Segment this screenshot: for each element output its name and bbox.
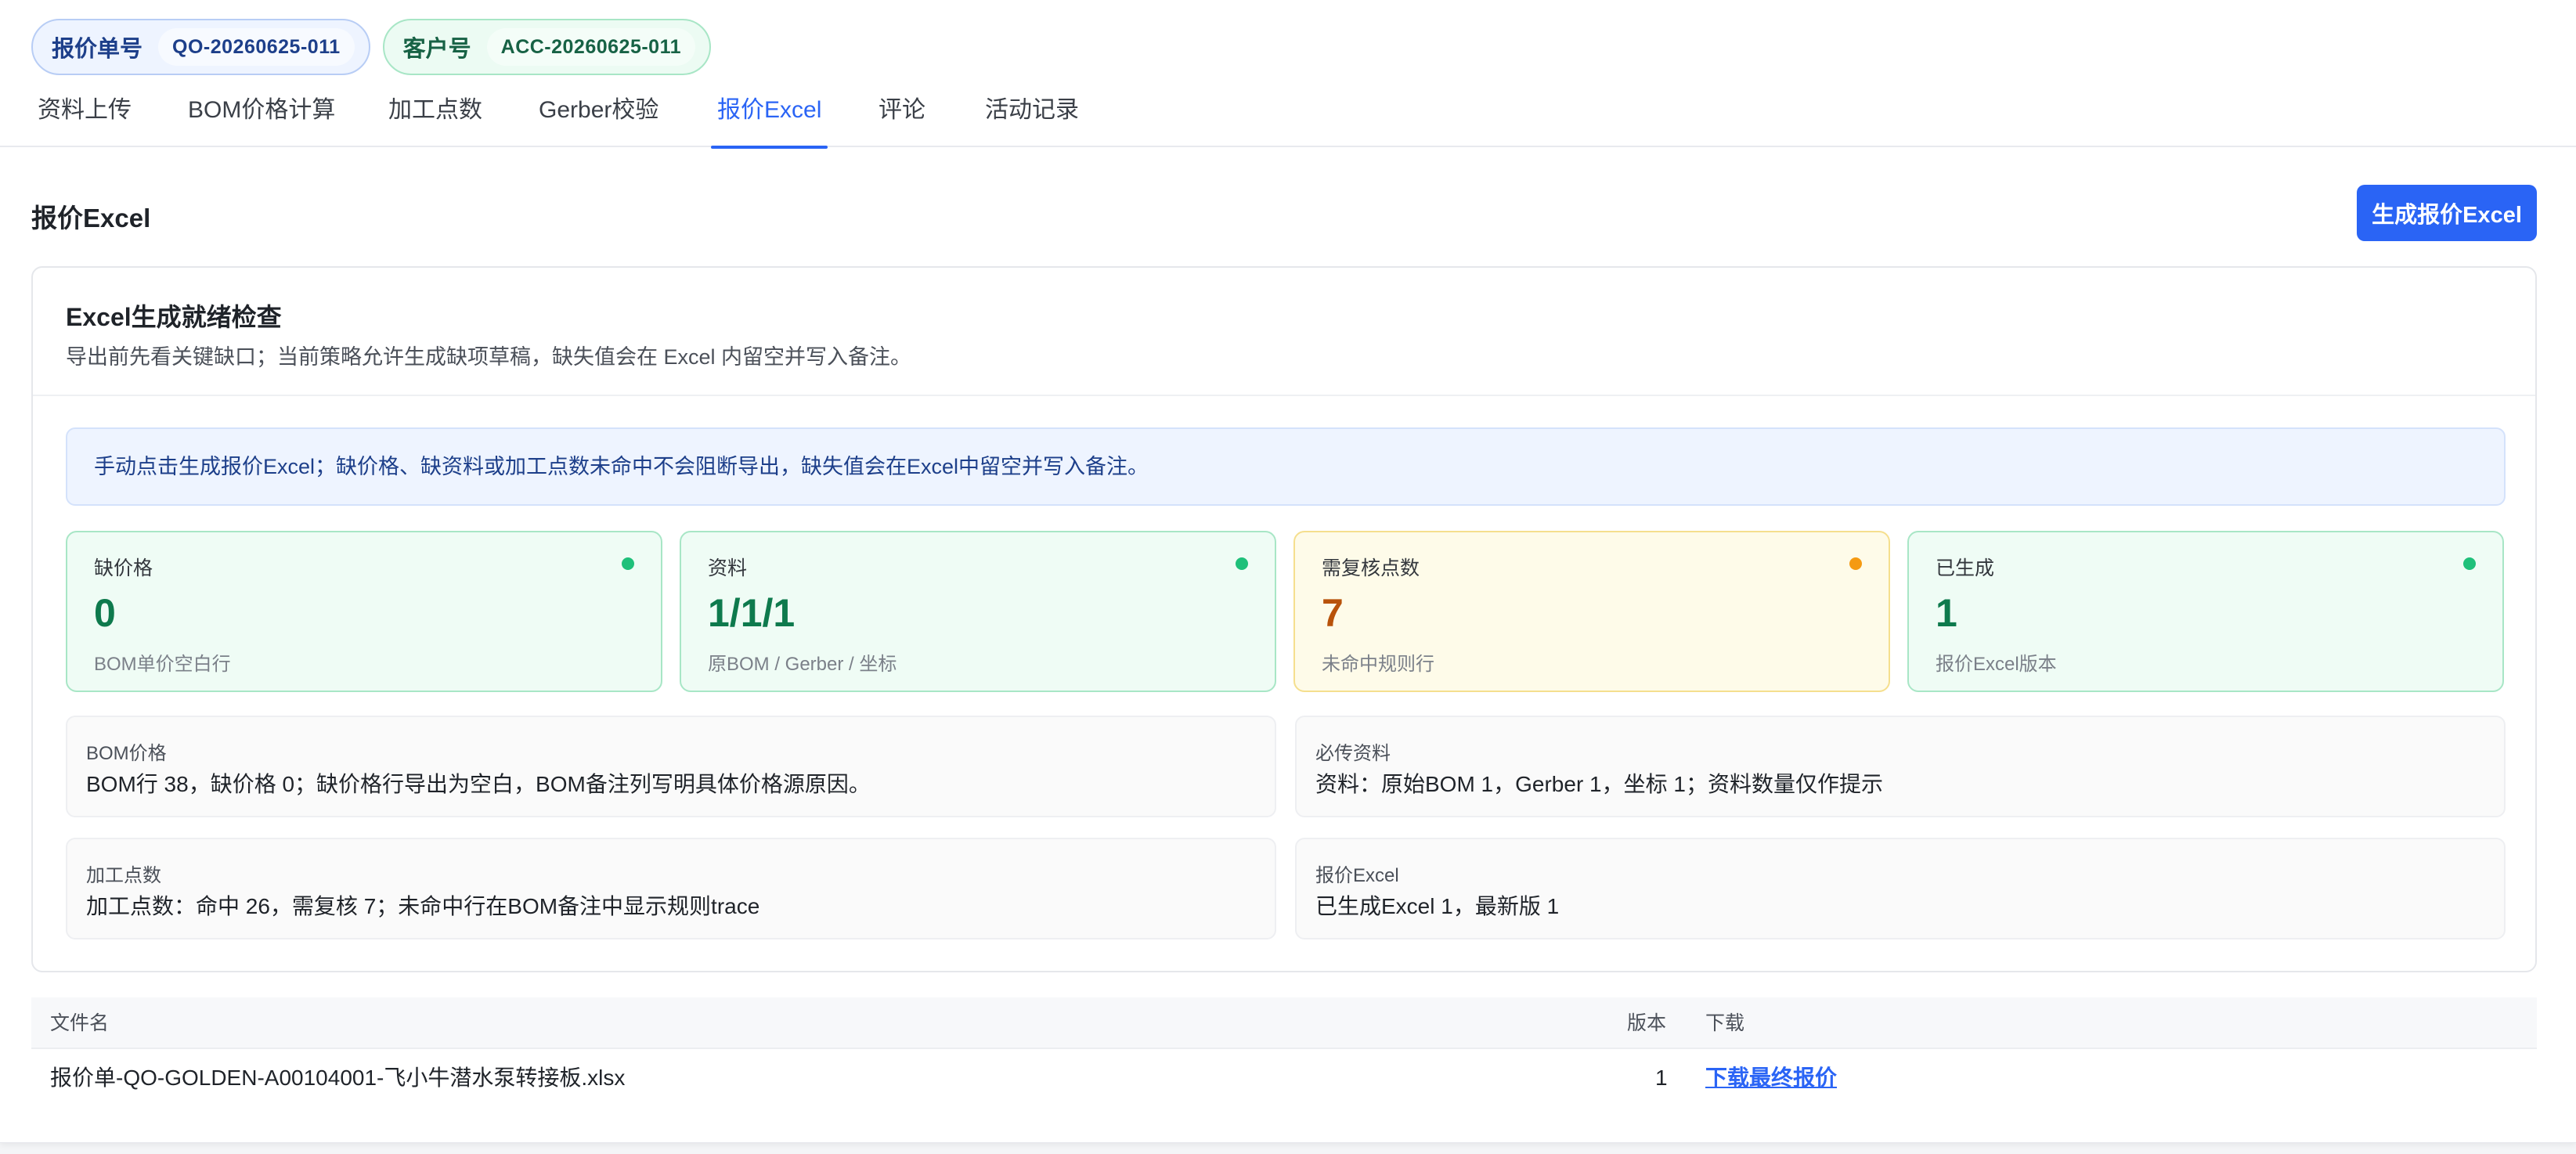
detail-bom-price: BOM价格 BOM行 38，缺价格 0；缺价格行导出为空白，BOM备注列写明具体… [66, 716, 1276, 817]
section-title: 报价Excel [31, 204, 151, 233]
account-number-pill: 客户号 ACC-20260625-011 [382, 19, 712, 75]
quote-number-pill: 报价单号 QO-20260625-011 [31, 19, 370, 75]
stat-label: 需复核点数 [1322, 557, 1420, 579]
stat-desc: 原BOM / Gerber / 坐标 [708, 654, 897, 675]
readiness-card-header: Excel生成就绪检查 导出前先看关键缺口；当前策略允许生成缺项草稿，缺失值会在… [33, 268, 2535, 396]
tab-gerber-check[interactable]: Gerber校验 [539, 78, 658, 147]
quote-number-value: QO-20260625-011 [158, 28, 355, 66]
detail-label: 报价Excel [1315, 865, 1399, 886]
column-filename: 文件名 [50, 1012, 110, 1034]
generate-excel-button[interactable]: 生成报价Excel [2357, 185, 2537, 241]
tab-bar: 资料上传 BOM价格计算 加工点数 Gerber校验 报价Excel 评论 活动… [0, 78, 2576, 149]
stat-label: 资料 [708, 557, 748, 579]
stat-value: 1/1/1 [708, 591, 796, 635]
account-number-label: 客户号 [402, 37, 471, 62]
tab-comments[interactable]: 评论 [879, 78, 925, 147]
readiness-title: Excel生成就绪检查 [66, 303, 282, 331]
detail-label: 必传资料 [1315, 743, 1391, 764]
tab-processing-points[interactable]: 加工点数 [388, 78, 482, 147]
tab-activity-log[interactable]: 活动记录 [985, 78, 1079, 147]
detail-text: 加工点数：命中 26，需复核 7；未命中行在BOM备注中显示规则trace [86, 894, 760, 918]
tab-bom-pricing[interactable]: BOM价格计算 [188, 78, 335, 147]
tab-quote-excel[interactable]: 报价Excel [710, 78, 828, 149]
stat-review-points: 需复核点数 7 未命中规则行 [1293, 531, 1890, 692]
readiness-subtitle: 导出前先看关键缺口；当前策略允许生成缺项草稿，缺失值会在 Excel 内留空并写… [66, 345, 912, 369]
detail-label: BOM价格 [86, 743, 167, 764]
detail-processing-points: 加工点数 加工点数：命中 26，需复核 7；未命中行在BOM备注中显示规则tra… [66, 838, 1276, 939]
file-name-cell: 报价单-QO-GOLDEN-A00104001-飞小牛潜水泵转接板.xlsx [50, 1066, 626, 1090]
detail-text: BOM行 38，缺价格 0；缺价格行导出为空白，BOM备注列写明具体价格源原因。 [86, 772, 871, 796]
status-dot-icon [1849, 557, 1862, 570]
stat-missing-price: 缺价格 0 BOM单价空白行 [66, 531, 662, 692]
readiness-card: Excel生成就绪检查 导出前先看关键缺口；当前策略允许生成缺项草稿，缺失值会在… [31, 266, 2537, 972]
column-version: 版本 [1627, 1012, 1667, 1034]
detail-required-docs: 必传资料 资料：原始BOM 1，Gerber 1，坐标 1；资料数量仅作提示 [1295, 716, 2506, 817]
table-header: 文件名 版本 下载 [31, 997, 2537, 1049]
status-dot-icon [1236, 557, 1248, 570]
detail-text: 资料：原始BOM 1，Gerber 1，坐标 1；资料数量仅作提示 [1315, 772, 1883, 796]
stat-desc: 未命中规则行 [1322, 654, 1434, 675]
account-number-value: ACC-20260625-011 [486, 28, 696, 66]
stat-label: 缺价格 [94, 557, 153, 579]
file-version-cell: 1 [1655, 1066, 1668, 1090]
quote-number-label: 报价单号 [52, 37, 143, 62]
stat-value: 1 [1936, 591, 1957, 635]
stat-value: 0 [94, 591, 116, 635]
column-download: 下载 [1705, 1012, 1745, 1034]
download-final-quote-link[interactable]: 下载最终报价 [1705, 1049, 1837, 1107]
detail-label: 加工点数 [86, 865, 161, 886]
stat-desc: BOM单价空白行 [94, 654, 231, 675]
quote-excel-page: 报价单号 QO-20260625-011 客户号 ACC-20260625-01… [0, 0, 2576, 1143]
detail-quote-excel: 报价Excel 已生成Excel 1，最新版 1 [1295, 838, 2506, 939]
stat-generated: 已生成 1 报价Excel版本 [1907, 531, 2504, 692]
info-notice: 手动点击生成报价Excel；缺价格、缺资料或加工点数未命中不会阻断导出，缺失值会… [66, 427, 2506, 506]
tab-upload[interactable]: 资料上传 [38, 78, 132, 147]
stat-label: 已生成 [1936, 557, 1995, 579]
stat-value: 7 [1322, 591, 1344, 635]
stat-desc: 报价Excel版本 [1936, 654, 2057, 675]
detail-text: 已生成Excel 1，最新版 1 [1315, 894, 1560, 918]
header-pills: 报价单号 QO-20260625-011 客户号 ACC-20260625-01… [31, 19, 712, 75]
table-row: 报价单-QO-GOLDEN-A00104001-飞小牛潜水泵转接板.xlsx 1… [31, 1049, 2537, 1107]
status-dot-icon [2463, 557, 2476, 570]
files-table: 文件名 版本 下载 报价单-QO-GOLDEN-A00104001-飞小牛潜水泵… [31, 997, 2537, 1107]
status-dot-icon [622, 557, 634, 570]
stat-documents: 资料 1/1/1 原BOM / Gerber / 坐标 [680, 531, 1276, 692]
